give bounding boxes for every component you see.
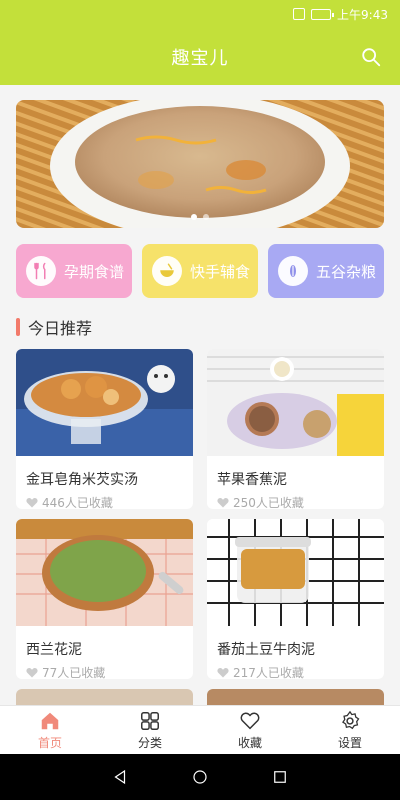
recipe-card[interactable]: 金耳皂角米芡实汤 446人已收藏 <box>16 349 193 509</box>
tab-label: 首页 <box>37 735 62 750</box>
home-icon <box>41 712 59 729</box>
section-header: 今日推荐 <box>16 315 92 339</box>
page-title: 趣宝儿 <box>171 47 229 69</box>
tab-home[interactable]: 首页 <box>0 706 100 754</box>
recipe-card[interactable]: 番茄土豆牛肉泥 217人已收藏 <box>207 519 384 679</box>
carousel-dots <box>191 214 209 220</box>
tab-label: 设置 <box>337 735 362 750</box>
recipe-favorites: 217人已收藏 <box>217 664 384 679</box>
recipe-favorites: 250人已收藏 <box>217 494 384 509</box>
status-bar: 上午9:43 <box>0 0 400 28</box>
vibrate-icon <box>293 8 306 20</box>
back-icon[interactable] <box>111 768 129 786</box>
status-time: 上午9:43 <box>337 7 388 22</box>
favorites-count: 77人已收藏 <box>42 666 106 679</box>
tab-label: 收藏 <box>237 735 262 750</box>
recipe-name: 苹果香蕉泥 <box>217 472 287 488</box>
recents-icon[interactable] <box>271 768 289 786</box>
recipe-image <box>207 519 384 626</box>
section-accent-bar <box>16 318 20 336</box>
recipe-card[interactable]: 西兰花泥 77人已收藏 <box>16 519 193 679</box>
favorites-count: 250人已收藏 <box>233 496 304 509</box>
category-shortcuts: 孕期食谱 快手辅食 五谷杂粮 <box>16 244 384 298</box>
carousel-dot[interactable] <box>203 214 209 220</box>
favorites-count: 446人已收藏 <box>42 496 113 509</box>
banner-image <box>16 100 384 228</box>
utensils-icon <box>26 256 56 286</box>
category-label: 孕期食谱 <box>64 262 125 281</box>
recipe-favorites: 77人已收藏 <box>26 664 193 679</box>
recipe-card[interactable]: 苹果香蕉泥 250人已收藏 <box>207 349 384 509</box>
tab-settings[interactable]: 设置 <box>300 706 400 754</box>
recipe-image <box>16 349 193 456</box>
heart-icon <box>26 498 38 508</box>
category-label: 五谷杂粮 <box>316 262 377 281</box>
battery-icon <box>311 8 335 20</box>
section-title: 今日推荐 <box>28 319 93 338</box>
bottom-tab-bar: 首页 分类 收藏 设置 <box>0 705 400 754</box>
recipe-name: 番茄土豆牛肉泥 <box>217 642 315 658</box>
favorites-count: 217人已收藏 <box>233 666 304 679</box>
recipe-name: 西兰花泥 <box>26 642 82 658</box>
system-nav-bar <box>0 754 400 800</box>
title-bar: 趣宝儿 <box>0 28 400 85</box>
heart-icon <box>217 668 229 678</box>
carousel-dot[interactable] <box>191 214 197 220</box>
category-quick-food[interactable]: 快手辅食 <box>142 244 258 298</box>
banner-carousel[interactable] <box>16 100 384 228</box>
category-label: 快手辅食 <box>190 262 251 281</box>
recipe-image <box>207 349 384 456</box>
bowl-icon <box>152 256 182 286</box>
home-circle-icon[interactable] <box>191 768 209 786</box>
category-pregnancy-recipes[interactable]: 孕期食谱 <box>16 244 132 298</box>
grid-icon <box>141 711 159 730</box>
recipe-image <box>16 519 193 626</box>
app-header: 上午9:43 趣宝儿 <box>0 0 400 85</box>
tab-favorites[interactable]: 收藏 <box>200 706 300 754</box>
category-grains[interactable]: 五谷杂粮 <box>268 244 384 298</box>
recipe-name: 金耳皂角米芡实汤 <box>26 472 138 488</box>
tab-categories[interactable]: 分类 <box>100 706 200 754</box>
recipe-favorites: 446人已收藏 <box>26 494 193 509</box>
grain-icon <box>278 256 308 286</box>
heart-icon <box>240 711 260 729</box>
heart-icon <box>217 498 229 508</box>
gear-icon <box>342 710 360 729</box>
heart-icon <box>26 668 38 678</box>
search-icon[interactable] <box>360 46 382 68</box>
tab-label: 分类 <box>137 735 162 750</box>
